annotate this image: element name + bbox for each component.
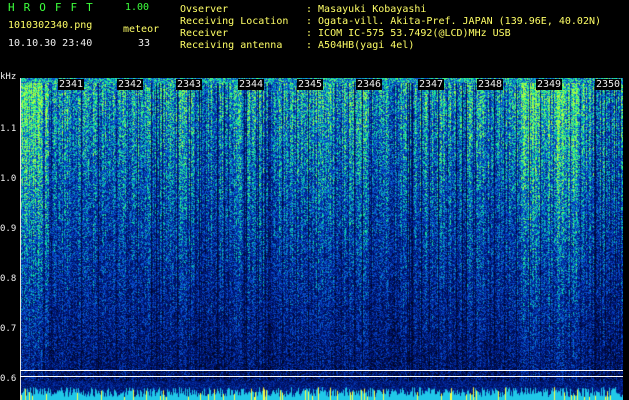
marker-line-upper (20, 370, 623, 371)
y-tick-label: 0.9 (0, 224, 17, 234)
location-value: : Ogata-vill. Akita-Pref. JAPAN (139.96E… (306, 16, 602, 27)
x-tick-label: 2345 (297, 79, 324, 90)
app-version: 1.00 (125, 2, 150, 13)
file-name: 1010302340.png (8, 20, 93, 31)
x-tick-label: 2350 (595, 79, 622, 90)
x-tick-label: 2347 (418, 79, 445, 90)
x-tick-label: 2343 (176, 79, 203, 90)
y-tick-label: 0.8 (0, 274, 17, 284)
y-tick-label: 1.1 (0, 124, 17, 134)
receiver-label: Receiver (180, 28, 229, 39)
meteor-label: meteor (123, 24, 160, 35)
x-tick-label: 2349 (536, 79, 563, 90)
recording-datetime: 10.10.30 23:40 (8, 38, 93, 49)
receiver-value: : ICOM IC-575 53.7492(@LCD)MHz USB (306, 28, 511, 39)
antenna-value: : A504HB(yagi 4el) (306, 40, 415, 51)
x-tick-label: 2341 (58, 79, 85, 90)
y-axis-line (20, 78, 21, 400)
location-label: Receiving Location (180, 16, 289, 27)
x-tick-label: 2348 (477, 79, 504, 90)
y-tick-label: 0.6 (0, 374, 17, 384)
x-tick-label: 2342 (117, 79, 144, 90)
meteor-count: 33 (138, 38, 151, 49)
x-tick-label: 2344 (238, 79, 265, 90)
x-tick-label: 2346 (356, 79, 383, 90)
marker-line-lower (20, 376, 623, 377)
y-axis-unit: kHz (0, 72, 17, 82)
y-tick-label: 0.7 (0, 324, 17, 334)
observer-label: Ovserver (180, 4, 229, 15)
spectrogram (20, 78, 623, 400)
observer-value: : Masayuki Kobayashi (306, 4, 427, 15)
antenna-label: Receiving antenna (180, 40, 283, 51)
y-tick-label: 1.0 (0, 174, 17, 184)
app-name: HROFFT (8, 1, 102, 14)
